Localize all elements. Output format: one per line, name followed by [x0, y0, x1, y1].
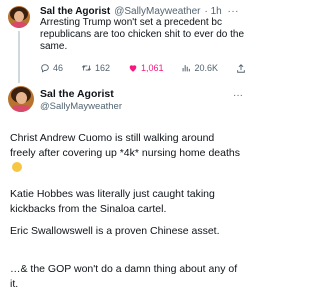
reply-icon: [41, 64, 49, 73]
reply-button[interactable]: 46: [40, 63, 63, 73]
display-name[interactable]: Sal the Agorist: [40, 88, 114, 100]
retweet-icon: [81, 65, 91, 71]
retweet-count: 162: [94, 63, 111, 73]
avatar-shirt: [12, 105, 30, 112]
avatar[interactable]: [8, 6, 30, 28]
tweet-paragraph: Katie Hobbes was literally just caught t…: [10, 188, 215, 215]
more-options-icon[interactable]: ···: [228, 6, 240, 17]
views-icon: [183, 65, 191, 72]
views-count: 20.6K: [194, 63, 219, 73]
share-button[interactable]: [236, 63, 246, 74]
avatar-shirt: [11, 22, 27, 28]
user-handle[interactable]: @SallyMayweather: [114, 6, 200, 17]
tweet-paragraph: …& the GOP won't do a damn thing about a…: [10, 263, 238, 290]
flushed-face-emoji-icon: [12, 162, 22, 172]
tweet-header: Sal the Agorist @SallyMayweather · 1h ··…: [40, 4, 243, 18]
retweet-button[interactable]: 162: [81, 63, 110, 73]
views-button[interactable]: 20.6K: [181, 63, 218, 73]
avatar-face: [16, 92, 27, 104]
user-handle[interactable]: @SallyMayweather: [40, 101, 122, 112]
like-button[interactable]: 1,061: [128, 63, 164, 73]
paragraph-text: Christ Andrew Cuomo is still walking aro…: [10, 132, 240, 159]
reply-count: 46: [53, 63, 64, 73]
tweet-actions: 46 162 1,061 20.6K: [40, 61, 246, 75]
timestamp[interactable]: · 1h: [205, 6, 222, 17]
display-name[interactable]: Sal the Agorist: [40, 6, 110, 17]
avatar-face: [14, 11, 24, 22]
tweet-text: Arresting Trump won't set a precedent bc…: [40, 17, 245, 52]
like-count: 1,061: [140, 63, 164, 73]
tweet-paragraph: Eric Swallowswell is a proven Chinese as…: [10, 225, 220, 237]
like-icon: [129, 65, 137, 72]
tweet-paragraph: Christ Andrew Cuomo is still walking aro…: [10, 131, 242, 176]
thread-connector: [18, 31, 20, 83]
avatar[interactable]: [8, 86, 34, 112]
more-options-icon[interactable]: ···: [233, 90, 243, 101]
share-icon: [237, 63, 245, 73]
